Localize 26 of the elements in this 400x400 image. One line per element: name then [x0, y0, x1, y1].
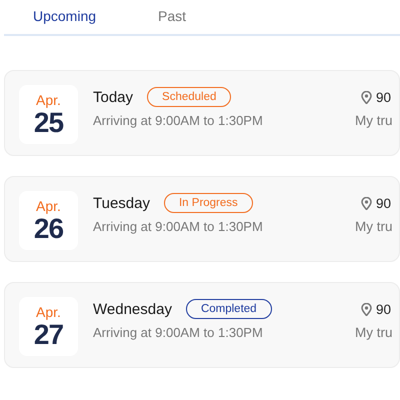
month-label: Apr. — [36, 198, 61, 214]
tab[interactable]: Past — [158, 0, 283, 32]
day-title: Tuesday — [93, 194, 150, 212]
day-title: Today — [93, 88, 134, 106]
status-badge: Completed — [186, 299, 272, 319]
address-text: 90 — [376, 90, 392, 104]
status-badge: In Progress — [164, 193, 253, 213]
address-text: 90 — [376, 302, 392, 316]
note-text: My tru — [355, 113, 393, 128]
delivery-card[interactable]: Apr. 26 Tuesday In Progress Arriving at 9:00AM to 1:30PM 90 My tru — [4, 176, 400, 262]
delivery-card[interactable]: Apr. 27 Wednesday Completed Arriving at 9:00AM to 1:30PM 90 My tru — [4, 282, 400, 368]
day-number: 26 — [34, 214, 64, 244]
location-pin-icon — [361, 302, 372, 316]
location-pin-icon — [361, 90, 372, 104]
day-number: 25 — [34, 108, 64, 138]
tab[interactable]: Upcoming — [33, 0, 158, 32]
address-text: 90 — [376, 196, 392, 210]
note-text: My tru — [355, 325, 393, 340]
status-badge: Scheduled — [147, 87, 232, 107]
day-number: 27 — [34, 320, 64, 350]
day-title: Wednesday — [93, 300, 172, 318]
delivery-card[interactable]: Apr. 25 Today Scheduled Arriving at 9:00AM to 1:30PM 90 My tru — [4, 70, 400, 156]
note-text: My tru — [355, 219, 393, 234]
month-label: Apr. — [36, 304, 61, 320]
location-pin-icon — [361, 196, 372, 210]
month-label: Apr. — [36, 92, 61, 108]
